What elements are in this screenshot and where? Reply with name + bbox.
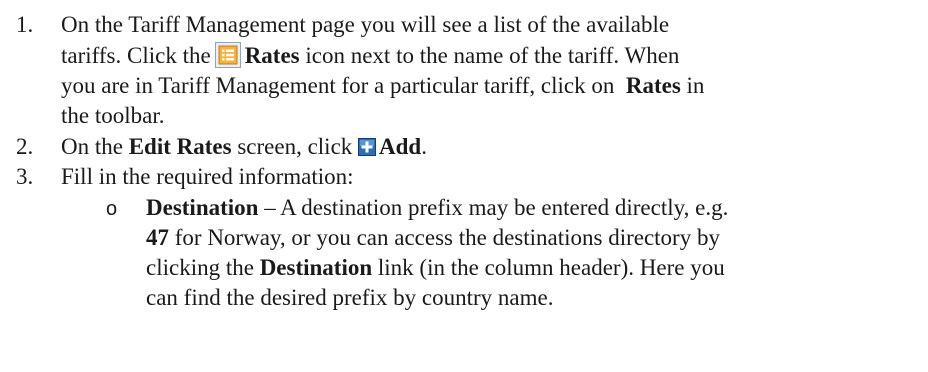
rates-toolbar-label: Rates (625, 73, 681, 98)
step-1-line-2: tariffs. Click the Rates icon next to th… (61, 42, 680, 68)
step-number: 2. (16, 134, 34, 159)
destination-label: Destination (146, 195, 259, 220)
edit-rates-label: Edit Rates (128, 134, 232, 159)
step-3-line: Fill in the required information: (61, 164, 354, 189)
step-1-line-3: you are in Tariff Management for a parti… (61, 73, 705, 98)
add-label: Add (379, 134, 422, 159)
rates-list-icon (214, 42, 241, 68)
add-plus-icon (358, 138, 377, 156)
sub-line-3: clicking the Destination link (in the co… (146, 255, 725, 280)
bullet: o (106, 198, 118, 220)
step-number: 3. (16, 164, 34, 189)
instructions-document: 1. On the Tariff Management page you wil… (0, 0, 928, 372)
step-3: 3. Fill in the required information: (0, 162, 928, 192)
sub-line-1: Destination – A destination prefix may b… (146, 195, 729, 220)
step-number: 1. (16, 12, 34, 37)
destination-sub-item: o Destination – A destination prefix may… (0, 193, 928, 318)
destination-link-label: Destination (259, 255, 373, 280)
step-2-line: On the Edit Rates screen, click Add. (61, 134, 427, 159)
sub-line-2: 47 for Norway, or you can access the des… (146, 225, 720, 250)
step-1: 1. On the Tariff Management page you wil… (0, 10, 928, 130)
step-1-line-4: the toolbar. (61, 103, 165, 128)
sub-line-4: can find the desired prefix by country n… (146, 285, 554, 310)
step-2: 2. On the Edit Rates screen, click Add. (0, 132, 928, 162)
step-1-line-1: On the Tariff Management page you will s… (61, 12, 670, 37)
norway-prefix: 47 (146, 225, 169, 250)
rates-label: Rates (244, 43, 300, 68)
